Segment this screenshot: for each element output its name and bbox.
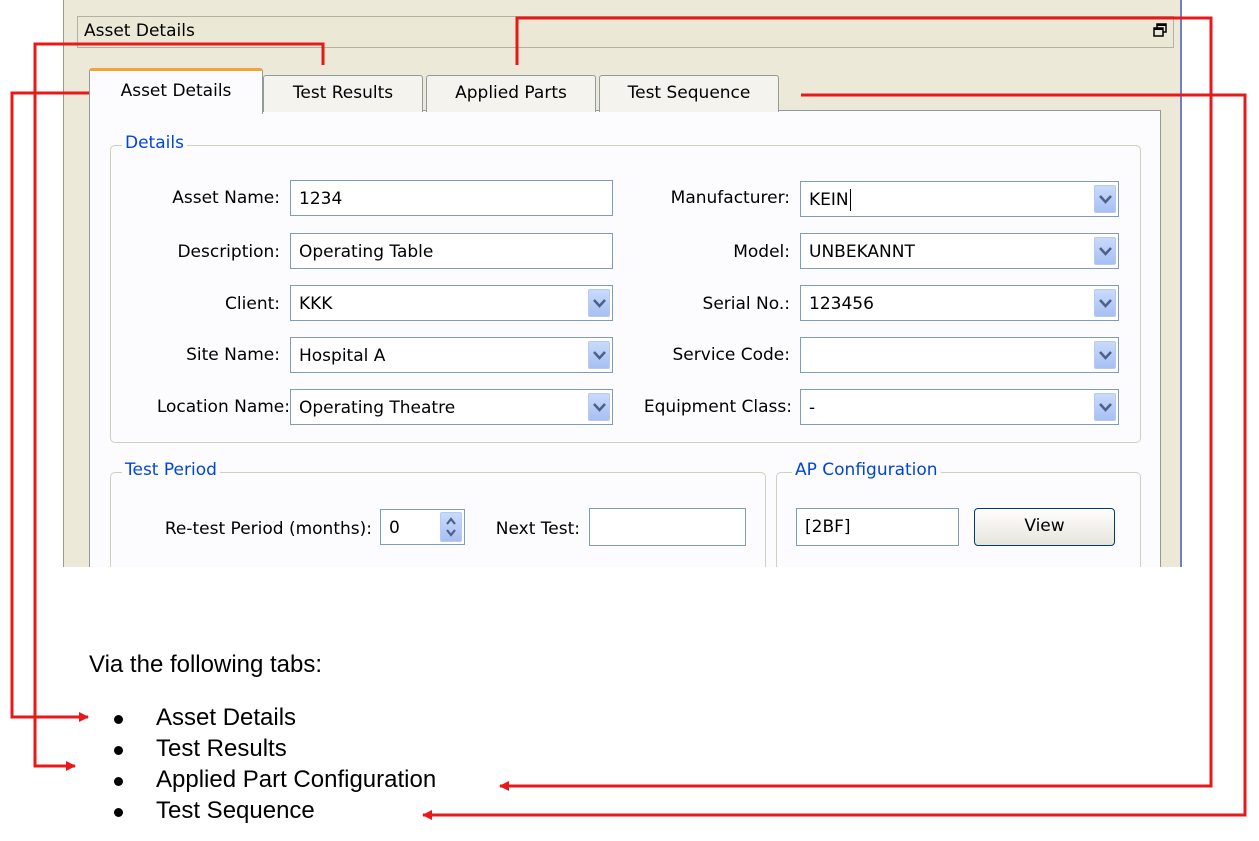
arrow-asset-details (10, 91, 107, 722)
arrow-test-sequence (422, 93, 1247, 820)
annotation-arrows (10, 16, 1247, 820)
arrow-applied-parts (499, 16, 1213, 791)
arrow-test-results (33, 42, 325, 771)
tab-asset-details[interactable]: Asset Details (89, 68, 263, 114)
